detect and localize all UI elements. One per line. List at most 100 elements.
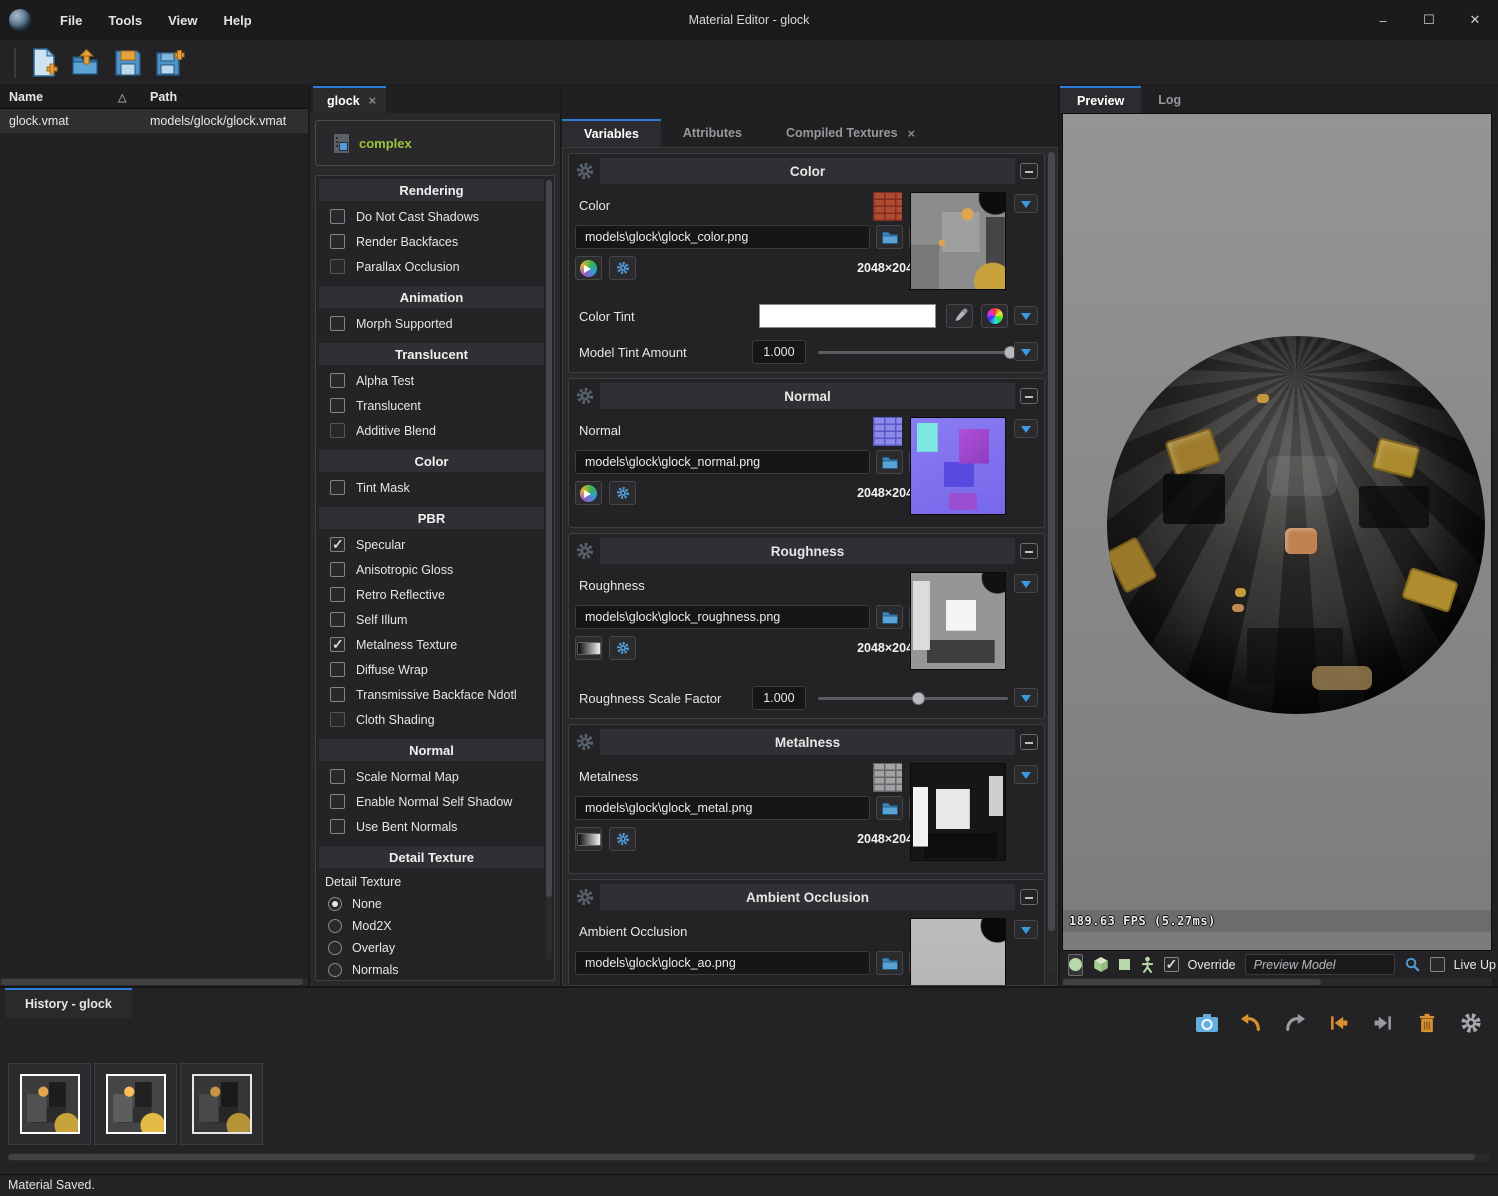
option-checkbox[interactable] xyxy=(330,662,345,677)
minimize-button[interactable]: – xyxy=(1360,13,1406,28)
history-snapshot[interactable] xyxy=(180,1063,263,1145)
column-header-name[interactable]: Name xyxy=(0,90,118,104)
option-row[interactable]: Render Backfaces xyxy=(319,229,544,254)
group-title[interactable]: Ambient Occlusion xyxy=(600,884,1015,910)
column-header-path[interactable]: Path xyxy=(150,90,177,104)
radio-row[interactable]: Overlay xyxy=(319,937,544,959)
browse-folder-button[interactable] xyxy=(876,450,903,474)
preview-shape-plane-button[interactable] xyxy=(1119,954,1131,976)
collapse-icon[interactable] xyxy=(1020,734,1038,750)
tab-close-icon[interactable]: × xyxy=(908,126,916,141)
model-tint-amount-slider[interactable] xyxy=(818,340,1008,364)
param-dropdown-button[interactable] xyxy=(1014,419,1038,438)
tab-history-glock[interactable]: History - glock xyxy=(5,988,132,1018)
preview-shape-sphere-button[interactable] xyxy=(1068,954,1083,976)
param-dropdown-button[interactable] xyxy=(1014,194,1038,213)
option-checkbox[interactable] xyxy=(330,637,345,652)
model-tint-amount-value[interactable]: 1.000 xyxy=(752,340,805,364)
option-checkbox[interactable] xyxy=(330,259,345,274)
option-checkbox[interactable] xyxy=(330,794,345,809)
color-adjust-icon[interactable] xyxy=(575,256,602,280)
menu-view[interactable]: View xyxy=(155,9,210,32)
texture-settings-button[interactable] xyxy=(609,636,636,660)
preview-shape-cube-button[interactable] xyxy=(1092,954,1110,976)
menu-file[interactable]: File xyxy=(47,9,95,32)
option-row[interactable]: Alpha Test xyxy=(319,368,544,393)
option-checkbox[interactable] xyxy=(330,209,345,224)
param-dropdown-button[interactable] xyxy=(1014,688,1038,707)
sort-ascending-icon[interactable]: △ xyxy=(118,91,150,104)
option-row[interactable]: Scale Normal Map xyxy=(319,764,544,789)
option-row[interactable]: Specular xyxy=(319,532,544,557)
preview-model-input[interactable] xyxy=(1245,954,1395,975)
source-texture-thumbnail[interactable] xyxy=(873,192,902,221)
param-dropdown-button[interactable] xyxy=(1014,574,1038,593)
menu-tools[interactable]: Tools xyxy=(95,9,155,32)
variables-vscrollbar[interactable] xyxy=(1048,152,1055,972)
undo-button[interactable] xyxy=(1236,1010,1266,1036)
option-checkbox[interactable] xyxy=(330,234,345,249)
roughness-scale-slider[interactable] xyxy=(818,686,1008,710)
group-gear-icon[interactable] xyxy=(575,732,595,752)
radio-row[interactable]: Mod2X xyxy=(319,915,544,937)
file-row-glock[interactable]: glock.vmat models/glock/glock.vmat xyxy=(0,109,308,133)
option-row[interactable]: Translucent xyxy=(319,393,544,418)
browse-folder-button[interactable] xyxy=(876,796,903,820)
group-title[interactable]: Metalness xyxy=(600,729,1015,755)
radio-button[interactable] xyxy=(328,897,342,911)
tab-glock[interactable]: glock × xyxy=(313,86,386,113)
gradient-swatch-icon[interactable] xyxy=(575,636,602,660)
maximize-button[interactable]: ☐ xyxy=(1406,12,1452,28)
option-row[interactable]: Diffuse Wrap xyxy=(319,657,544,682)
open-material-button[interactable] xyxy=(66,46,106,80)
option-checkbox[interactable] xyxy=(330,712,345,727)
group-title[interactable]: Roughness xyxy=(600,538,1015,564)
option-row[interactable]: Use Bent Normals xyxy=(319,814,544,839)
radio-row[interactable]: None xyxy=(319,893,544,915)
option-row[interactable]: Self Illum xyxy=(319,607,544,632)
radio-button[interactable] xyxy=(328,941,342,955)
color-adjust-icon[interactable] xyxy=(575,481,602,505)
option-checkbox[interactable] xyxy=(330,819,345,834)
option-row[interactable]: Transmissive Backface Ndotl xyxy=(319,682,544,707)
go-to-first-button[interactable] xyxy=(1324,1010,1354,1036)
roughness-path-input[interactable]: models\glock\glock_roughness.png xyxy=(575,605,870,629)
roughness-texture-preview[interactable] xyxy=(910,572,1006,670)
group-gear-icon[interactable] xyxy=(575,541,595,561)
collapse-icon[interactable] xyxy=(1020,889,1038,905)
option-row[interactable]: Additive Blend xyxy=(319,418,544,443)
ao-texture-preview[interactable] xyxy=(910,918,1006,986)
radio-button[interactable] xyxy=(328,963,342,977)
close-button[interactable]: ✕ xyxy=(1452,12,1498,28)
menu-help[interactable]: Help xyxy=(211,9,265,32)
save-material-as-button[interactable] xyxy=(150,46,190,80)
param-dropdown-button[interactable] xyxy=(1014,342,1038,361)
group-gear-icon[interactable] xyxy=(575,161,595,181)
param-dropdown-button[interactable] xyxy=(1014,765,1038,784)
browse-folder-button[interactable] xyxy=(876,225,903,249)
preview-viewport[interactable]: 189.63 FPS (5.27ms) xyxy=(1062,113,1492,951)
option-checkbox[interactable] xyxy=(330,769,345,784)
roughness-scale-value[interactable]: 1.000 xyxy=(752,686,805,710)
go-to-last-button[interactable] xyxy=(1368,1010,1398,1036)
preview-shape-model-button[interactable] xyxy=(1140,954,1155,976)
option-checkbox[interactable] xyxy=(330,537,345,552)
param-dropdown-button[interactable] xyxy=(1014,920,1038,939)
option-checkbox[interactable] xyxy=(330,316,345,331)
option-row[interactable]: Parallax Occlusion xyxy=(319,254,544,279)
source-texture-thumbnail[interactable] xyxy=(873,417,902,446)
file-browser-hscrollbar[interactable] xyxy=(0,978,308,986)
browse-folder-button[interactable] xyxy=(876,605,903,629)
group-title[interactable]: Normal xyxy=(600,383,1015,409)
normal-path-input[interactable]: models\glock\glock_normal.png xyxy=(575,450,870,474)
save-material-button[interactable] xyxy=(108,46,148,80)
eyedropper-icon[interactable] xyxy=(946,304,973,328)
option-row[interactable]: Retro Reflective xyxy=(319,582,544,607)
color-tint-swatch[interactable] xyxy=(759,304,936,328)
option-checkbox[interactable] xyxy=(330,373,345,388)
history-hscrollbar[interactable] xyxy=(8,1153,1490,1161)
tab-preview[interactable]: Preview xyxy=(1060,86,1141,113)
ao-path-input[interactable]: models\glock\glock_ao.png xyxy=(575,951,870,975)
option-row[interactable]: Anisotropic Gloss xyxy=(319,557,544,582)
group-gear-icon[interactable] xyxy=(575,386,595,406)
